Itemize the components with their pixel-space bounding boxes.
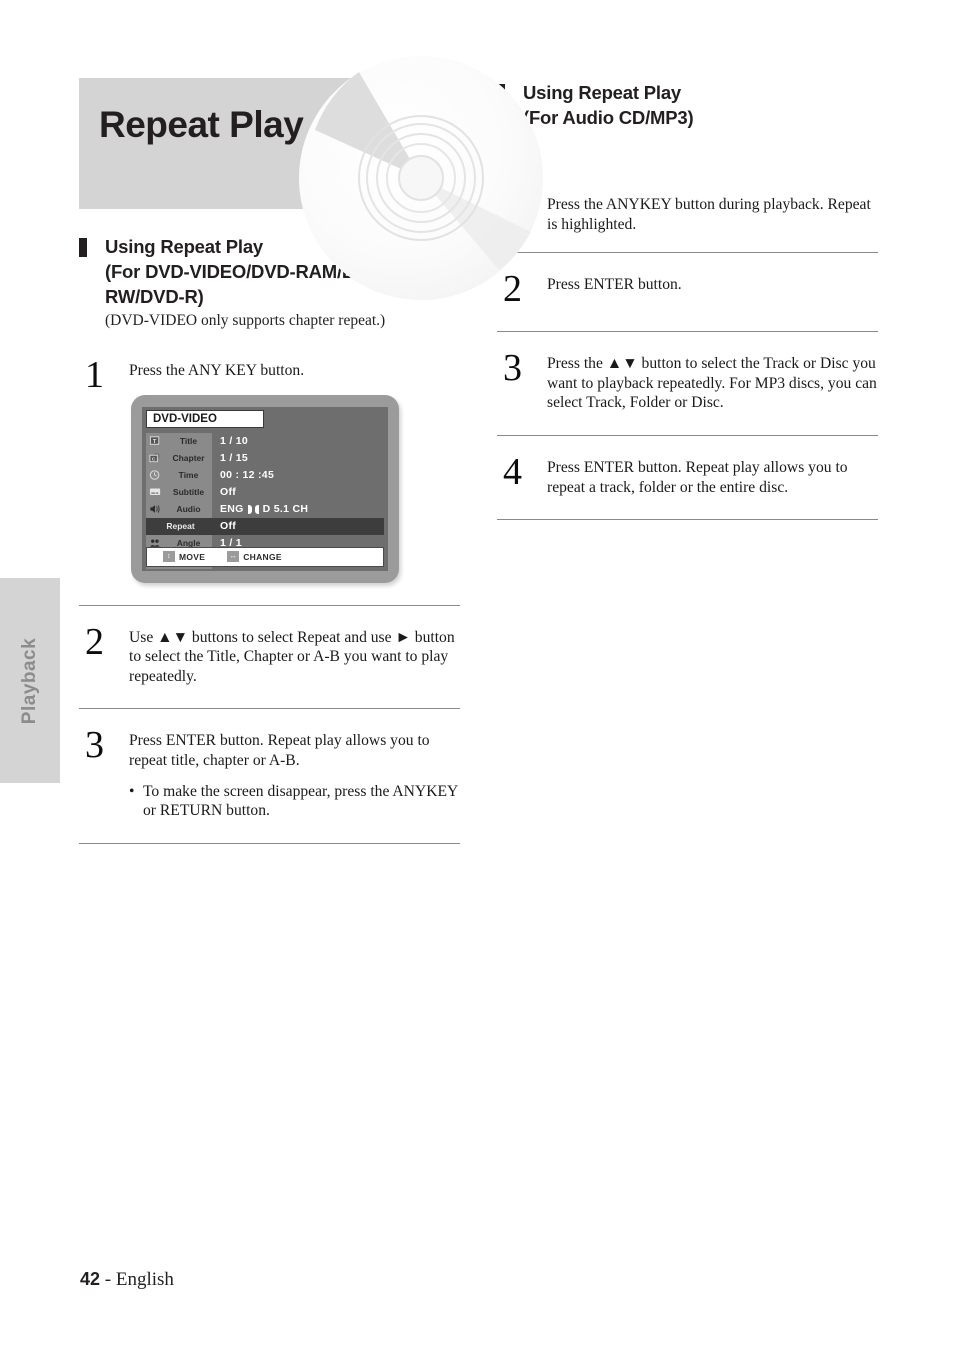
osd-value-chapter: 1 / 15 <box>220 452 249 465</box>
osd-label-title-text: Title <box>179 436 198 447</box>
right-step-1-number: 1 <box>503 188 522 230</box>
page-number: 42 <box>80 1269 101 1289</box>
clock-icon <box>149 470 160 480</box>
osd-value-audio-format: D 5.1 CH <box>262 503 309 516</box>
right-step-3-text: Press the ▲▼ button to select the Track … <box>547 355 877 412</box>
left-step-2: 2 Use ▲▼ buttons to select Repeat and us… <box>79 622 460 687</box>
svg-text:C: C <box>152 457 156 463</box>
left-step-3-bullet: To make the screen disappear, press the … <box>129 782 460 821</box>
left-step-1-text: Press the ANY KEY button. <box>129 362 305 379</box>
leftright-arrow-icon: ↔ <box>227 551 240 563</box>
left-heading-note: (DVD-VIDEO only supports chapter repeat.… <box>105 312 386 329</box>
left-heading-line1: Using Repeat Play <box>105 236 264 257</box>
title-icon: T <box>149 436 160 445</box>
osd-label-chapter: C Chapter <box>146 449 212 467</box>
osd-value-title: 1 / 10 <box>220 435 249 448</box>
right-step-3-number: 3 <box>503 347 522 390</box>
left-column: Using Repeat Play (For DVD-VIDEO/DVD-RAM… <box>79 234 460 844</box>
osd-row-chapter[interactable]: C Chapter 1 / 15 <box>146 449 384 467</box>
left-heading-line2: (For DVD-VIDEO/DVD-RAM/DVD- <box>105 261 387 282</box>
osd-label-subtitle: Subtitle <box>146 483 212 501</box>
heading-bar-icon <box>79 238 87 257</box>
osd-label-subtitle-text: Subtitle <box>172 487 205 498</box>
osd-label-title: T Title <box>146 432 212 450</box>
osd-footer-move-label: MOVE <box>179 551 206 562</box>
osd-disc-type-label: DVD-VIDEO <box>146 409 264 428</box>
osd-label-chapter-text: Chapter <box>172 453 205 464</box>
osd-row-repeat[interactable]: Repeat Off <box>146 517 384 535</box>
right-step-2-number: 2 <box>503 268 522 311</box>
right-section-heading: Using Repeat Play (For Audio CD/MP3) <box>497 80 878 130</box>
osd-row-title[interactable]: T Title 1 / 10 <box>146 432 384 450</box>
right-divider-4 <box>497 519 878 521</box>
osd-value-time: 00 : 12 :45 <box>220 469 275 482</box>
right-heading-line2: (For Audio CD/MP3) <box>523 107 694 128</box>
page-footer: 42 - English <box>80 1269 174 1291</box>
osd-value-audio-lang: ENG <box>220 503 244 516</box>
left-heading-line3: RW/DVD-R) <box>105 286 204 307</box>
right-column: Using Repeat Play (For Audio CD/MP3) 1 P… <box>497 80 878 521</box>
osd-label-time-text: Time <box>178 470 199 481</box>
page-title: Repeat Play <box>99 104 304 145</box>
subtitle-icon <box>149 488 161 496</box>
right-step-3: 3 Press the ▲▼ button to select the Trac… <box>497 348 878 413</box>
left-step-3-text: Press ENTER button. Repeat play allows y… <box>129 731 460 820</box>
osd-footer-change: ↔ CHANGE <box>227 551 282 563</box>
page-banner: Repeat Play <box>79 56 543 300</box>
right-step-2-text: Press ENTER button. <box>547 276 682 294</box>
page-language: English <box>115 1269 174 1290</box>
osd-value-audio: ENG D 5.1 CH <box>212 501 384 518</box>
side-tab-label: Playback <box>19 637 40 724</box>
left-section-heading: Using Repeat Play (For DVD-VIDEO/DVD-RAM… <box>79 234 460 309</box>
right-step-1: 1 Press the ANYKEY button during playbac… <box>497 189 878 234</box>
osd-label-audio: Audio <box>146 500 212 518</box>
section-side-tab: Playback <box>0 578 60 783</box>
svg-text:T: T <box>153 439 157 445</box>
left-step-1-number: 1 <box>85 354 104 396</box>
left-step-3: 3 Press ENTER button. Repeat play allows… <box>79 725 460 820</box>
osd-inner: DVD-VIDEO T Title 1 / 10 C Chapter 1 / 1… <box>142 406 388 571</box>
dvd-osd-screenshot: DVD-VIDEO T Title 1 / 10 C Chapter 1 / 1… <box>131 394 399 583</box>
osd-row-audio[interactable]: Audio ENG D 5.1 CH <box>146 500 384 518</box>
left-step-2-number: 2 <box>85 620 104 663</box>
page-separator: - <box>100 1269 116 1290</box>
left-step-2-text: Use ▲▼ buttons to select Repeat and use … <box>129 628 455 685</box>
osd-value-repeat: Off <box>212 517 384 535</box>
speaker-icon <box>150 505 160 513</box>
osd-row-time[interactable]: Time 00 : 12 :45 <box>146 466 384 484</box>
right-step-4-text: Press ENTER button. Repeat play allows y… <box>547 458 848 496</box>
osd-label-time: Time <box>146 466 212 484</box>
osd-label-repeat: Repeat <box>146 517 212 535</box>
right-step-4: 4 Press ENTER button. Repeat play allows… <box>497 452 878 497</box>
left-step-1: 1 Press the ANY KEY button. DVD-VIDEO T … <box>79 355 460 583</box>
right-step-1-text: Press the ANYKEY button during playback.… <box>547 196 871 233</box>
osd-footer-change-label: CHANGE <box>243 551 282 562</box>
osd-label-repeat-text: Repeat <box>166 521 195 532</box>
heading-bar-icon <box>497 84 505 103</box>
right-step-4-number: 4 <box>503 450 522 493</box>
osd-value-subtitle: Off <box>220 486 237 499</box>
osd-footer-move: ↕ MOVE <box>163 551 206 563</box>
left-divider-3 <box>79 842 460 844</box>
dolby-digital-icon <box>246 503 260 515</box>
osd-row-subtitle[interactable]: Subtitle Off <box>146 483 384 501</box>
right-heading-line1: Using Repeat Play <box>523 82 682 103</box>
right-step-2: 2 Press ENTER button. <box>497 269 878 309</box>
osd-footer-bar: ↕ MOVE ↔ CHANGE <box>146 546 384 567</box>
left-step-3-number: 3 <box>85 724 104 767</box>
chapter-icon: C <box>149 453 160 463</box>
osd-label-audio-text: Audio <box>176 504 201 515</box>
left-step-3-main: Press ENTER button. Repeat play allows y… <box>129 732 430 769</box>
updown-arrow-icon: ↕ <box>163 551 175 563</box>
